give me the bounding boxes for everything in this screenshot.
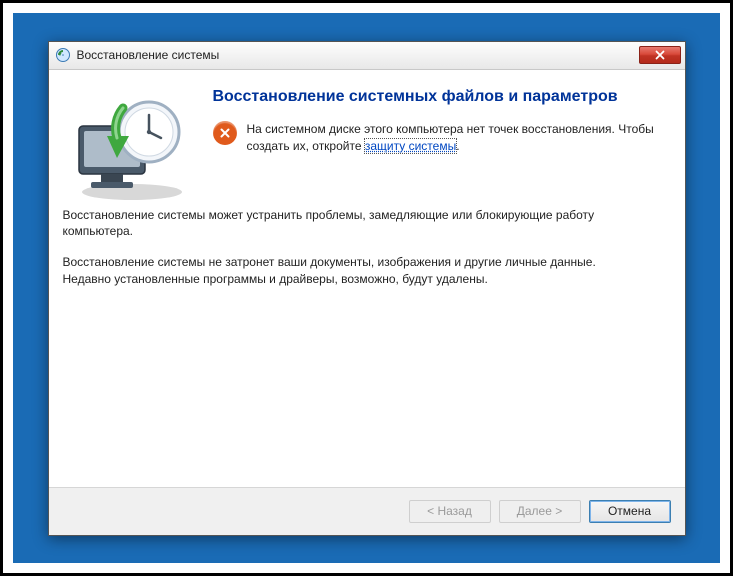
description-para-1: Восстановление системы может устранить п…	[63, 207, 629, 241]
description-para-2: Восстановление системы не затронет ваши …	[63, 254, 629, 288]
system-restore-graphic-icon	[57, 84, 197, 204]
system-restore-wizard-window: Восстановление системы	[48, 41, 686, 536]
body-description: Восстановление системы может устранить п…	[63, 207, 659, 302]
system-protection-link[interactable]: защиту системы	[365, 139, 456, 153]
back-button: < Назад	[409, 500, 491, 523]
close-button[interactable]	[639, 46, 681, 64]
error-text-post: .	[456, 139, 459, 153]
right-pane: Восстановление системных файлов и параме…	[209, 70, 685, 487]
error-icon	[213, 121, 237, 145]
wizard-button-row: < Назад Далее > Отмена	[49, 487, 685, 535]
wizard-body: Восстановление системных файлов и параме…	[49, 70, 685, 487]
window-title: Восстановление системы	[77, 48, 633, 62]
error-message: На системном диске этого компьютера нет …	[247, 121, 659, 155]
cancel-button[interactable]: Отмена	[589, 500, 671, 523]
wizard-heading: Восстановление системных файлов и параме…	[213, 86, 659, 108]
next-button: Далее >	[499, 500, 581, 523]
titlebar: Восстановление системы	[49, 42, 685, 70]
error-row: На системном диске этого компьютера нет …	[213, 121, 659, 155]
system-restore-icon	[55, 47, 71, 63]
